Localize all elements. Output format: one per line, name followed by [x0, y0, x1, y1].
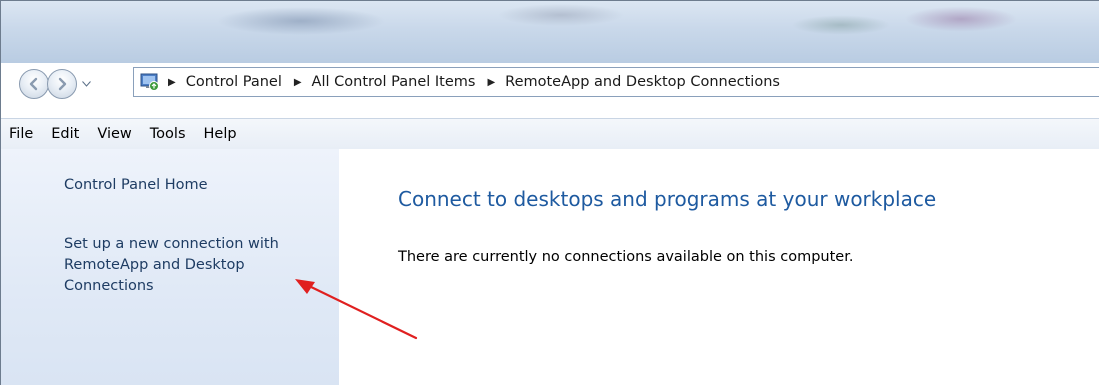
- menu-tools[interactable]: Tools: [141, 126, 195, 142]
- forward-button[interactable]: [47, 69, 77, 99]
- chevron-right-icon[interactable]: ▶: [294, 77, 302, 88]
- page-title: Connect to desktops and programs at your…: [398, 187, 937, 211]
- task-pane: Control Panel Home Set up a new connecti…: [1, 149, 339, 385]
- menu-edit[interactable]: Edit: [42, 126, 88, 142]
- title-bar: [1, 1, 1099, 63]
- breadcrumb-remoteapp[interactable]: RemoteApp and Desktop Connections: [505, 74, 780, 90]
- breadcrumb-control-panel[interactable]: Control Panel: [186, 74, 282, 90]
- chevron-down-icon: [81, 81, 91, 87]
- back-arrow-icon: [29, 77, 38, 91]
- menu-help[interactable]: Help: [195, 126, 246, 142]
- chevron-right-icon[interactable]: ▶: [168, 77, 176, 88]
- menu-file[interactable]: File: [1, 126, 42, 142]
- menu-bar: File Edit View Tools Help: [1, 118, 1099, 150]
- breadcrumb: ▶ Control Panel ▶ All Control Panel Item…: [168, 74, 792, 90]
- menu-view[interactable]: View: [88, 126, 140, 142]
- content-area: Connect to desktops and programs at your…: [339, 149, 1099, 385]
- back-button[interactable]: [19, 69, 49, 99]
- forward-arrow-icon: [58, 77, 67, 91]
- red-arrow-annotation: [295, 279, 418, 340]
- control-panel-icon: [140, 73, 159, 91]
- control-panel-home-link[interactable]: Control Panel Home: [64, 175, 208, 196]
- recent-pages-button[interactable]: [79, 69, 93, 99]
- no-connections-message: There are currently no connections avail…: [398, 249, 854, 265]
- breadcrumb-all-control-panel-items[interactable]: All Control Panel Items: [312, 74, 476, 90]
- address-bar[interactable]: ▶ Control Panel ▶ All Control Panel Item…: [133, 67, 1099, 97]
- explorer-window: ▶ Control Panel ▶ All Control Panel Item…: [0, 0, 1099, 385]
- setup-new-connection-link[interactable]: Set up a new connection with RemoteApp a…: [64, 234, 324, 297]
- chevron-right-icon[interactable]: ▶: [487, 77, 495, 88]
